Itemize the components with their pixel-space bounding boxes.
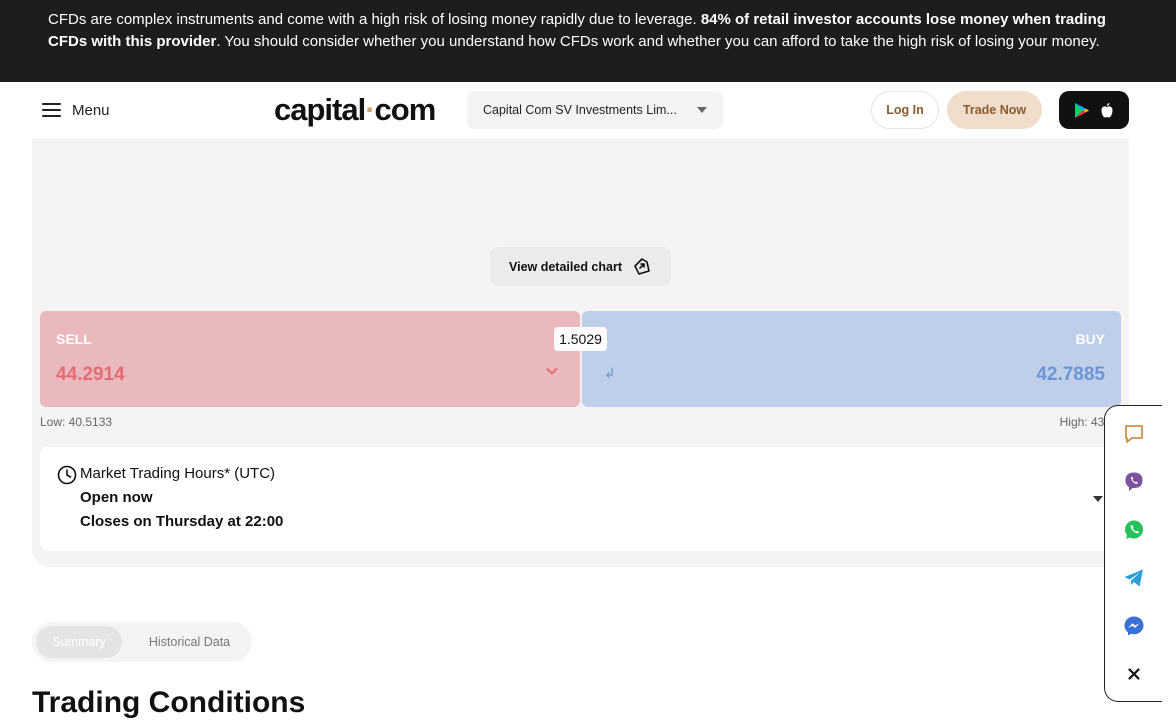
trade-now-button[interactable]: Trade Now xyxy=(947,91,1042,129)
menu-button[interactable]: Menu xyxy=(42,98,110,122)
chart-card: View detailed chart SELL 44.2914 ↲ BUY 4… xyxy=(32,138,1129,567)
content-tabs: Summary Historical Data xyxy=(32,622,252,662)
login-button[interactable]: Log In xyxy=(871,91,939,129)
buy-label: BUY xyxy=(1075,331,1105,347)
section-title: Trading Conditions xyxy=(32,686,306,719)
whatsapp-icon[interactable] xyxy=(1122,518,1146,542)
market-close-time: Closes on Thursday at 22:00 xyxy=(80,513,284,530)
clock-icon xyxy=(57,465,77,485)
spread-value: 1.5029 xyxy=(554,327,607,351)
telegram-icon[interactable] xyxy=(1122,566,1146,590)
caret-down-icon xyxy=(697,107,707,113)
low-price: Low: 40.5133 xyxy=(40,415,113,429)
view-detailed-chart-button[interactable]: View detailed chart xyxy=(490,247,671,286)
sell-price: 44.2914 xyxy=(56,364,125,385)
risk-text-start: CFDs are complex instruments and come wi… xyxy=(48,11,701,28)
site-header: Menu capital·com Capital Com SV Investme… xyxy=(0,82,1176,138)
sell-button[interactable]: SELL 44.2914 xyxy=(40,311,580,407)
chevron-down-icon xyxy=(546,367,558,375)
chat-icon[interactable] xyxy=(1122,422,1146,446)
tab-summary[interactable]: Summary xyxy=(36,626,122,658)
market-status: Open now xyxy=(80,489,153,506)
capital-com-logo[interactable]: capital·com xyxy=(274,92,436,128)
buy-button[interactable]: ↲ BUY 42.7885 xyxy=(582,311,1121,407)
apple-icon xyxy=(1101,102,1113,117)
app-download-button[interactable] xyxy=(1059,91,1129,129)
view-detailed-chart-label: View detailed chart xyxy=(508,259,622,274)
trading-hours-title: Market Trading Hours* (UTC) xyxy=(80,465,276,482)
market-trading-hours[interactable]: Market Trading Hours* (UTC) Open now Clo… xyxy=(40,447,1121,551)
share-panel xyxy=(1104,405,1162,702)
caret-down-icon xyxy=(1093,496,1103,502)
entity-select[interactable]: Capital Com SV Investments Lim... xyxy=(467,91,723,129)
menu-label: Menu xyxy=(72,101,110,119)
risk-text-end: . You should consider whether you unders… xyxy=(216,33,1100,50)
tab-historical-data[interactable]: Historical Data xyxy=(132,626,247,658)
sell-label: SELL xyxy=(56,331,92,347)
hamburger-icon xyxy=(42,103,61,117)
entity-select-value: Capital Com SV Investments Lim... xyxy=(483,103,677,117)
close-icon[interactable] xyxy=(1122,662,1146,686)
messenger-icon[interactable] xyxy=(1122,614,1146,638)
viber-icon[interactable] xyxy=(1122,470,1146,494)
expand-chart-icon xyxy=(634,257,650,275)
buy-price: 42.7885 xyxy=(1036,364,1105,385)
trend-arrow-icon: ↲ xyxy=(604,365,616,381)
google-play-icon xyxy=(1075,102,1089,118)
risk-warning-banner: CFDs are complex instruments and come wi… xyxy=(0,0,1176,82)
